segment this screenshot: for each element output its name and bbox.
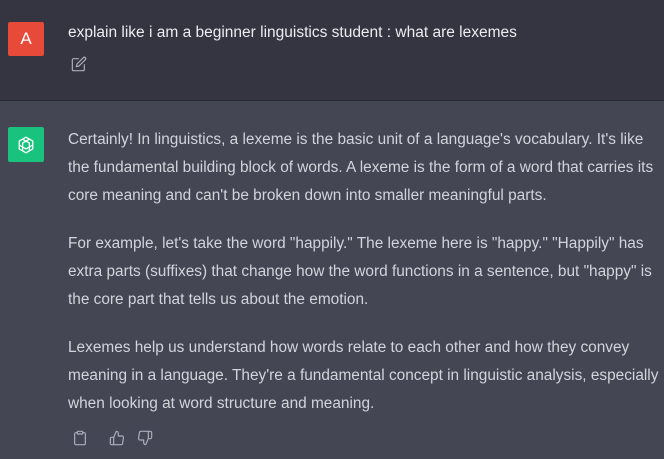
user-message-row: A explain like i am a beginner linguisti… (0, 0, 664, 101)
edit-icon (71, 56, 87, 72)
assistant-message-text: Certainly! In linguistics, a lexeme is t… (68, 126, 662, 418)
openai-logo-icon (18, 136, 34, 153)
copy-button[interactable] (71, 429, 89, 447)
user-message-text: explain like i am a beginner linguistics… (68, 24, 517, 41)
assistant-paragraph: Lexemes help us understand how words rel… (68, 339, 659, 412)
message-actions (71, 429, 154, 447)
user-avatar: A (8, 22, 44, 56)
assistant-avatar (8, 127, 44, 162)
thumbs-up-button[interactable] (108, 429, 126, 447)
edit-message-button[interactable] (71, 56, 89, 74)
assistant-paragraph: For example, let's take the word "happil… (68, 235, 652, 308)
copy-icon (74, 430, 86, 446)
thumbs-up-icon (109, 430, 125, 446)
thumbs-down-icon (137, 430, 153, 446)
assistant-message-row: Certainly! In linguistics, a lexeme is t… (0, 101, 664, 459)
assistant-paragraph: Certainly! In linguistics, a lexeme is t… (68, 131, 654, 204)
thumbs-down-button[interactable] (136, 429, 154, 447)
